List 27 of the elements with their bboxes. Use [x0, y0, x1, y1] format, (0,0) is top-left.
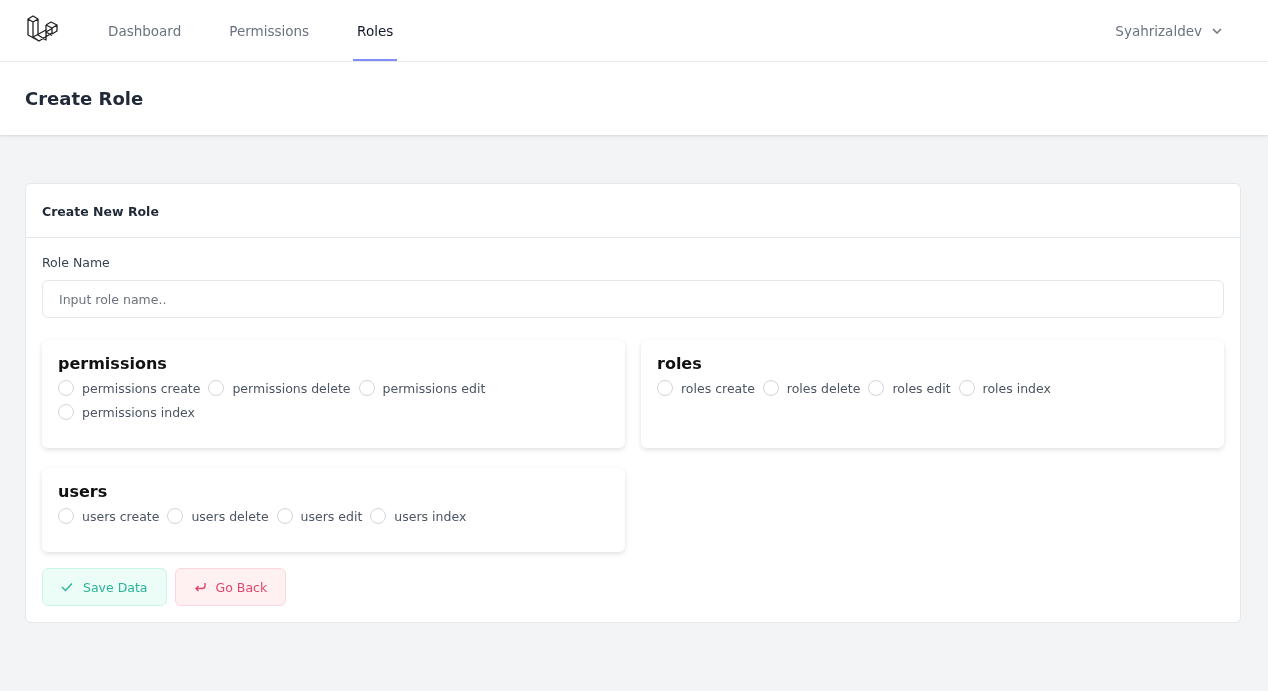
checkbox-label: roles delete [786, 380, 861, 396]
checkbox-label: users create [82, 508, 160, 524]
checkbox-label: permissions create [82, 380, 201, 396]
checkbox-label: permissions delete [232, 380, 351, 396]
checkbox-label: users index [394, 508, 467, 524]
role-name-field[interactable]: Input role name.. [42, 280, 1224, 318]
return-arrow-icon [193, 581, 206, 593]
check-icon [61, 582, 73, 592]
save-button[interactable]: Save Data [42, 568, 167, 606]
chevron-down-icon [1212, 27, 1222, 34]
user-menu[interactable]: Syahrizaldev [1109, 21, 1228, 40]
page-title: Create Role [25, 88, 144, 109]
group-title: users [58, 482, 109, 501]
group-title: roles [657, 354, 703, 373]
checkbox-label: roles edit [892, 380, 951, 396]
checkbox-label: roles create [681, 380, 755, 396]
card-title: Create New Role [42, 204, 159, 219]
field-label: Role Name [42, 255, 111, 270]
checkbox-label: users edit [300, 508, 363, 524]
nav-link[interactable]: Permissions [225, 0, 314, 61]
checkbox-label: permissions edit [382, 380, 486, 396]
group-title: permissions [58, 354, 168, 373]
checkbox-label: users delete [191, 508, 269, 524]
nav-link[interactable]: Dashboard [104, 0, 186, 61]
back-button[interactable]: Go Back [174, 568, 287, 606]
checkbox-label: roles index [982, 380, 1051, 396]
checkbox-label: permissions index [82, 404, 195, 420]
